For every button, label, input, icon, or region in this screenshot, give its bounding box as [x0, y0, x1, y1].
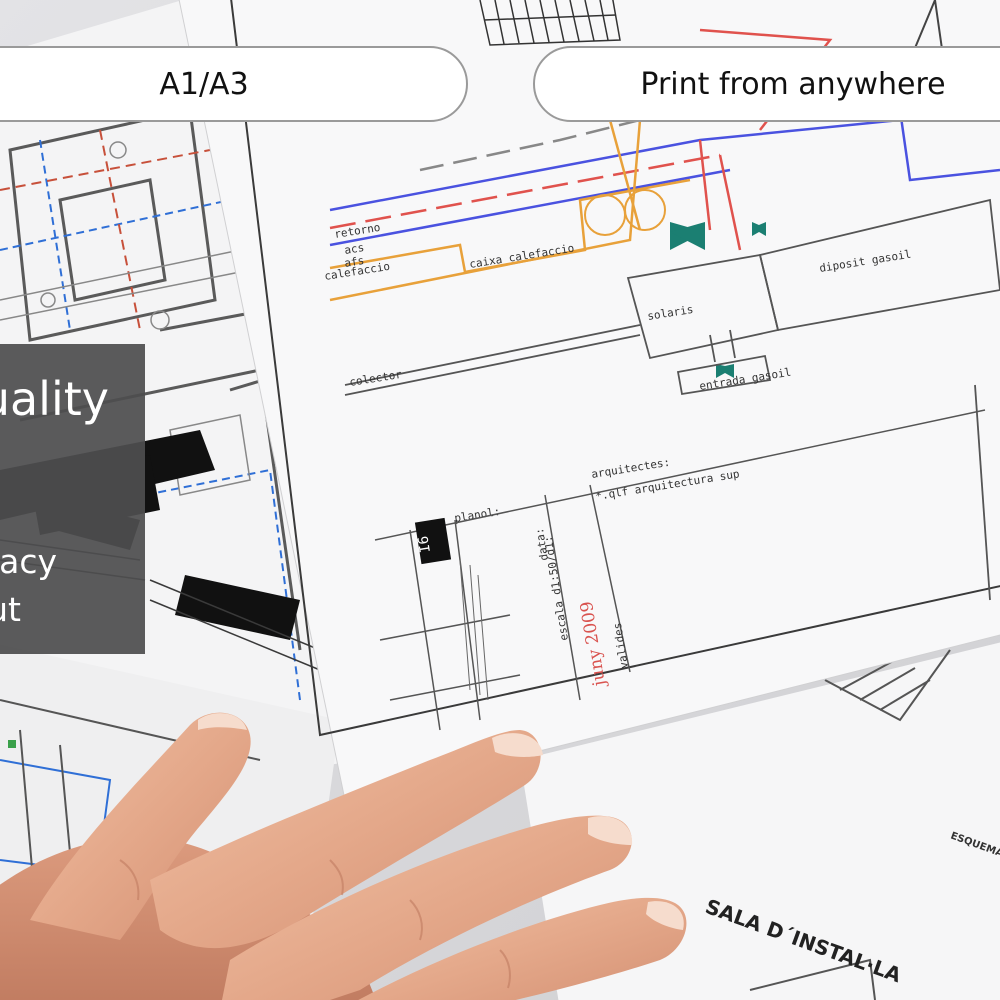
- screen: SALA D´INSTAL·LA ESQUEMA retorno acs afs…: [0, 0, 1000, 1000]
- feature-line-1: acy: [0, 542, 57, 581]
- a1-a3-button[interactable]: A1/A3: [0, 46, 468, 122]
- feature-title: uality: [0, 372, 109, 426]
- feature-panel: uality acy ut: [0, 344, 145, 654]
- a1-a3-label: A1/A3: [159, 66, 249, 102]
- blueprint-photo: SALA D´INSTAL·LA ESQUEMA retorno acs afs…: [0, 0, 1000, 1000]
- sheet-id: I6: [416, 535, 434, 554]
- print-from-anywhere-button[interactable]: Print from anywhere: [533, 46, 1000, 122]
- print-from-anywhere-label: Print from anywhere: [640, 66, 946, 102]
- feature-line-2: ut: [0, 590, 21, 629]
